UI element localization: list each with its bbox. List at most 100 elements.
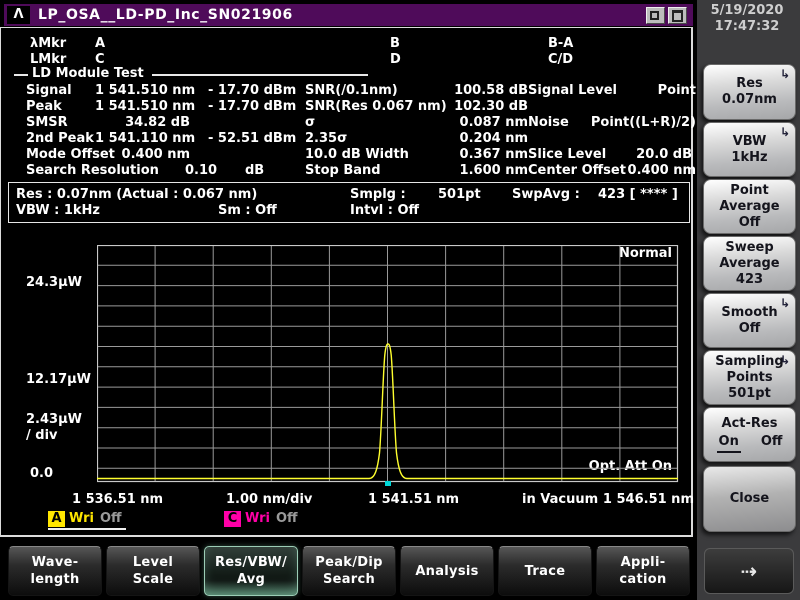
- snr-res-label: SNR(Res 0.067 nm): [305, 100, 447, 114]
- y-axis-top: 24.3µW: [26, 276, 82, 290]
- softkey-point-average-label: Point: [730, 183, 768, 199]
- softkey-point-average-label: Off: [739, 215, 761, 231]
- snr-value: 100.58 dB: [454, 84, 528, 98]
- marker-row1-label: λMkr: [30, 37, 66, 51]
- peak-power: - 17.70 dBm: [208, 100, 296, 114]
- snr-label: SNR(/0.1nm): [305, 84, 398, 98]
- info-swpavg-value: 423 [ **** ]: [598, 188, 678, 202]
- trace-a-indicator: AWriOff: [48, 511, 122, 529]
- function-key-level-scale-label: Level: [133, 554, 173, 571]
- clock-time: 17:47:32: [697, 19, 797, 35]
- softkey-sampling-points-label: Points: [726, 370, 772, 386]
- softkey-act-res[interactable]: Act-Res On Off: [703, 407, 796, 462]
- function-key-res-vbw-avg[interactable]: Res/VBW/Avg: [204, 546, 298, 596]
- softkey-sweep-average[interactable]: SweepAverage423: [703, 236, 796, 291]
- signal-level-value: Point: [658, 84, 696, 98]
- y-axis-mid: 12.17µW: [26, 373, 91, 387]
- trace-a-badge: A: [48, 511, 65, 527]
- softkey-sweep-average-label: Sweep: [725, 240, 773, 256]
- more-arrow-icon: ⇢: [741, 559, 758, 583]
- info-res: Res : 0.07nm (Actual : 0.067 nm): [16, 188, 257, 202]
- function-key-res-vbw-avg-label: Res/VBW/: [215, 554, 287, 571]
- center-offset-value: 0.400 nm: [628, 164, 696, 178]
- info-swpavg-label: SwpAvg :: [512, 188, 580, 202]
- db-width-label: 10.0 dB Width: [305, 148, 409, 162]
- smsr-label: SMSR: [26, 116, 68, 130]
- softkey-sampling-points[interactable]: ↳SamplingPoints501pt: [703, 350, 796, 405]
- submenu-arrow-icon: ↳: [780, 295, 790, 311]
- trace-c-mode: Wri: [245, 511, 270, 526]
- trace-a-state: Off: [100, 511, 122, 526]
- softkey-close[interactable]: Close: [703, 466, 796, 532]
- peak-wavelength: 1 541.510 nm: [95, 100, 195, 114]
- softkey-res-label: Res: [736, 76, 763, 92]
- window-title: LP_OSA__LD-PD_Inc_SN021906: [38, 7, 293, 23]
- softkey-close-label: Close: [730, 491, 769, 507]
- window-titlebar: Λ LP_OSA__LD-PD_Inc_SN021906: [4, 4, 693, 26]
- function-key-peak-dip-search-label: Search: [323, 571, 375, 588]
- signal-label: Signal: [26, 84, 72, 98]
- trace-c-state: Off: [276, 511, 298, 526]
- more-menus-button[interactable]: ⇢: [704, 548, 794, 594]
- function-key-wavelength-label: length: [30, 571, 79, 588]
- softkey-act-res-off[interactable]: Off: [761, 434, 783, 453]
- softkey-point-average[interactable]: PointAverageOff: [703, 179, 796, 234]
- function-key-analysis[interactable]: Analysis: [400, 546, 494, 596]
- softkey-smooth-label: Off: [739, 321, 761, 337]
- function-key-level-scale-label: Scale: [133, 571, 174, 588]
- marker-row2-label: LMkr: [30, 53, 66, 67]
- function-key-level-scale[interactable]: LevelScale: [106, 546, 200, 596]
- search-resolution-value: 0.10: [185, 164, 217, 178]
- trace-a-active-underline: [48, 528, 126, 530]
- signal-wavelength: 1 541.510 nm: [95, 84, 195, 98]
- marker-row1-b: B: [390, 37, 400, 51]
- stop-band-value: 1.600 nm: [460, 164, 528, 178]
- submenu-arrow-icon: ↳: [780, 124, 790, 140]
- submenu-arrow-icon: ↳: [780, 352, 790, 368]
- info-sm: Sm : Off: [218, 204, 277, 218]
- clock-date: 5/19/2020: [697, 3, 797, 19]
- center-offset-label: Center Offset: [528, 164, 626, 178]
- slice-level-label: Slice Level: [528, 148, 606, 162]
- x-axis-perdiv: 1.00 nm/div: [226, 493, 312, 507]
- minimize-button[interactable]: [646, 7, 665, 24]
- function-key-peak-dip-search-label: Peak/Dip: [315, 554, 382, 571]
- info-smplg-label: Smplg :: [350, 188, 406, 202]
- app-logo-icon: Λ: [7, 6, 30, 24]
- softkey-smooth-label: Smooth: [721, 305, 777, 321]
- maximize-button[interactable]: [668, 7, 687, 24]
- y-axis-zero: 0.0: [30, 467, 53, 481]
- x-axis-medium: in Vacuum: [522, 493, 598, 507]
- center-marker: [385, 481, 391, 486]
- function-key-res-vbw-avg-label: Avg: [237, 571, 265, 588]
- mode-offset-label: Mode Offset: [26, 148, 115, 162]
- y-axis-perdiv: 2.43µW: [26, 413, 82, 427]
- softkey-smooth[interactable]: ↳SmoothOff: [703, 293, 796, 348]
- maximize-icon: [672, 10, 683, 22]
- function-key-peak-dip-search[interactable]: Peak/DipSearch: [302, 546, 396, 596]
- function-key-wavelength-label: Wave-: [32, 554, 79, 571]
- softkey-res[interactable]: ↳Res0.07nm: [703, 64, 796, 120]
- function-key-trace-label: Trace: [525, 563, 566, 580]
- marker-row2-d: D: [390, 53, 401, 67]
- x-axis-start: 1 536.51 nm: [72, 493, 163, 507]
- second-peak-wavelength: 1 541.110 nm: [95, 132, 195, 146]
- search-resolution-unit: dB: [245, 164, 264, 178]
- db-width-value: 0.367 nm: [460, 148, 528, 162]
- submenu-arrow-icon: ↳: [780, 66, 790, 82]
- trace-c-badge: C: [224, 511, 241, 527]
- trace-c-indicator: C Wri Off: [224, 511, 298, 529]
- function-key-trace[interactable]: Trace: [498, 546, 592, 596]
- function-key-wavelength[interactable]: Wave-length: [8, 546, 102, 596]
- softkey-act-res-on[interactable]: On: [717, 434, 741, 453]
- softkey-act-res-label: Act-Res: [722, 416, 778, 432]
- osa-screen: 5/19/2020 17:47:32 Λ LP_OSA__LD-PD_Inc_S…: [0, 0, 800, 600]
- x-axis-center: 1 541.51 nm: [368, 493, 459, 507]
- softkey-vbw[interactable]: ↳VBW1kHz: [703, 122, 796, 177]
- signal-power: - 17.70 dBm: [208, 84, 296, 98]
- noise-label: Noise: [528, 116, 569, 130]
- info-intvl: Intvl : Off: [350, 204, 419, 218]
- softkey-sampling-points-label: 501pt: [728, 386, 771, 402]
- sigma-label: σ: [305, 116, 315, 130]
- function-key-application[interactable]: Appli-cation: [596, 546, 690, 596]
